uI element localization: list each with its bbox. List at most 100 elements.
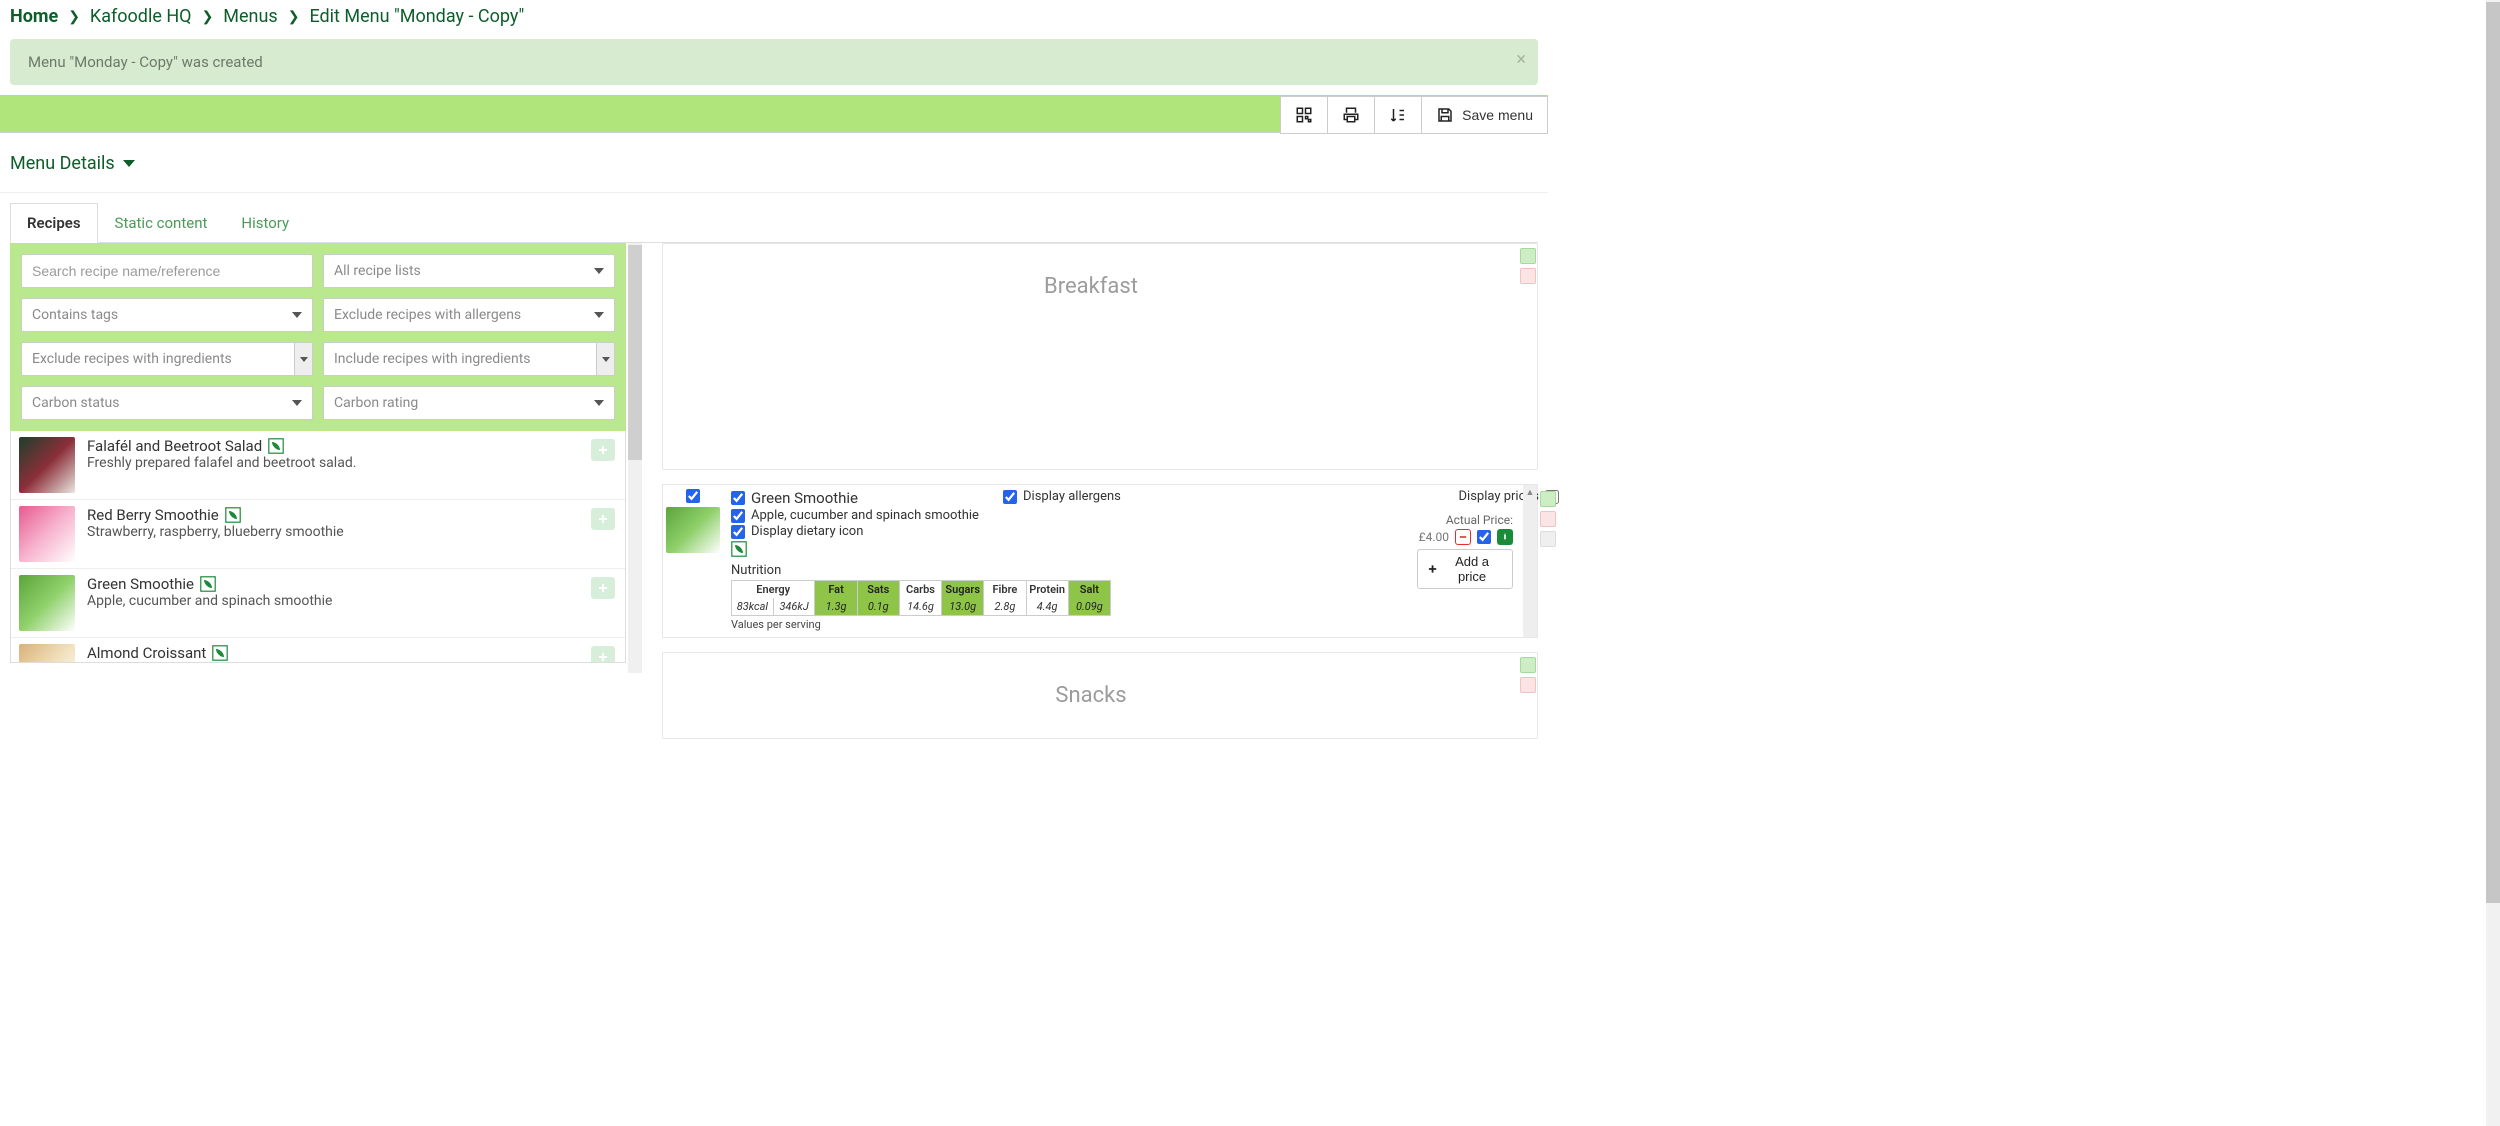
nutrition-sugars-value: 13.0g bbox=[945, 598, 980, 615]
exclude-allergens-label: Exclude recipes with allergens bbox=[334, 307, 521, 323]
recipe-name: Red Berry Smoothie bbox=[87, 506, 617, 524]
carbon-rating-label: Carbon rating bbox=[334, 395, 418, 411]
tab-static-content[interactable]: Static content bbox=[98, 203, 225, 242]
chevron-down-icon bbox=[292, 400, 302, 406]
move-item-icon[interactable] bbox=[1540, 491, 1556, 507]
breadcrumb-menus[interactable]: Menus bbox=[223, 6, 277, 27]
carbon-rating-select[interactable]: Carbon rating bbox=[323, 386, 615, 420]
recipe-lists-select[interactable]: All recipe lists bbox=[323, 254, 615, 288]
exclude-allergens-select[interactable]: Exclude recipes with allergens bbox=[323, 298, 615, 332]
nutrition-label: Nutrition bbox=[731, 563, 1403, 578]
search-field[interactable] bbox=[32, 263, 302, 279]
exclude-ingredients-select[interactable]: Exclude recipes with ingredients bbox=[21, 342, 313, 376]
meal-section-title: Breakfast bbox=[671, 252, 1511, 321]
print-button[interactable] bbox=[1328, 97, 1375, 133]
menu-details-toggle[interactable]: Menu Details bbox=[0, 133, 1548, 193]
include-ingredients-select[interactable]: Include recipes with ingredients bbox=[323, 342, 615, 376]
qr-code-button[interactable] bbox=[1281, 97, 1328, 133]
chevron-down-icon bbox=[292, 312, 302, 318]
nutrition-energy-kcal: 83kcal bbox=[732, 598, 774, 615]
breadcrumb-current: Edit Menu "Monday - Copy" bbox=[309, 6, 524, 27]
add-price-label: Add a price bbox=[1442, 554, 1502, 584]
dropdown-toggle[interactable] bbox=[294, 343, 312, 375]
scrollbar-thumb[interactable] bbox=[2486, 2, 2500, 903]
nutrition-energy-header: Energy bbox=[752, 581, 794, 598]
add-recipe-button[interactable] bbox=[591, 646, 615, 663]
sort-button[interactable] bbox=[1375, 97, 1422, 133]
sort-az-icon bbox=[1389, 106, 1407, 124]
recipe-description: Apple, cucumber and spinach smoothie bbox=[87, 593, 617, 609]
display-allergens-checkbox[interactable] bbox=[1003, 490, 1017, 504]
tabs: Recipes Static content History bbox=[10, 203, 1538, 243]
remove-price-icon[interactable] bbox=[1455, 529, 1471, 545]
item-select-checkbox[interactable] bbox=[686, 489, 700, 503]
menu-item-card: Green Smoothie Display allergens Apple, … bbox=[662, 484, 1538, 638]
dropdown-toggle[interactable] bbox=[596, 343, 614, 375]
recipe-list: Falafél and Beetroot Salad Freshly prepa… bbox=[10, 431, 626, 663]
save-icon bbox=[1436, 106, 1454, 124]
display-allergens-label: Display allergens bbox=[1023, 489, 1121, 504]
include-ingredients-label: Include recipes with ingredients bbox=[334, 351, 531, 367]
add-price-button[interactable]: Add a price bbox=[1417, 549, 1513, 589]
search-input[interactable] bbox=[21, 254, 313, 288]
scroll-up-icon[interactable]: ▲ bbox=[1523, 485, 1537, 499]
page-scrollbar[interactable] bbox=[2486, 0, 2500, 1126]
carbon-status-select[interactable]: Carbon status bbox=[21, 386, 313, 420]
recipe-thumbnail bbox=[19, 575, 75, 631]
nutrition-sats-value: 0.1g bbox=[864, 598, 893, 615]
price-enabled-checkbox[interactable] bbox=[1477, 530, 1491, 544]
scrollbar-thumb[interactable] bbox=[628, 245, 642, 460]
contains-tags-select[interactable]: Contains tags bbox=[21, 298, 313, 332]
nutrition-salt-header: Salt bbox=[1076, 581, 1103, 598]
nutrition-fibre-header: Fibre bbox=[988, 581, 1021, 598]
tab-recipes[interactable]: Recipes bbox=[10, 203, 98, 243]
display-dietary-icon-checkbox[interactable] bbox=[731, 525, 745, 539]
chevron-down-icon bbox=[594, 400, 604, 406]
nutrition-sats-header: Sats bbox=[863, 581, 893, 598]
carbon-status-label: Carbon status bbox=[32, 395, 119, 411]
chevron-down-icon bbox=[594, 268, 604, 274]
price-value: £4.00 bbox=[1419, 530, 1449, 544]
nutrition-fibre-value: 2.8g bbox=[991, 598, 1020, 615]
recipe-list-item[interactable]: Almond Croissant Freshly baked, all butt… bbox=[11, 637, 625, 663]
save-menu-label: Save menu bbox=[1462, 107, 1533, 123]
meal-section-dropzone[interactable] bbox=[671, 321, 1511, 461]
print-icon bbox=[1342, 106, 1360, 124]
triangle-down-icon bbox=[300, 357, 308, 362]
nutrition-energy-kj: 346kJ bbox=[774, 598, 815, 615]
add-recipe-button[interactable] bbox=[591, 508, 615, 530]
recipe-list-item[interactable]: Green Smoothie Apple, cucumber and spina… bbox=[11, 568, 625, 637]
chevron-down-icon bbox=[594, 312, 604, 318]
display-name-checkbox[interactable] bbox=[731, 491, 745, 505]
move-section-icon[interactable] bbox=[1520, 657, 1536, 673]
recipe-list-item[interactable]: Red Berry Smoothie Strawberry, raspberry… bbox=[11, 499, 625, 568]
nutrition-table: Energy 83kcal 346kJ Fat1.3g Sats0.1g Car… bbox=[731, 580, 1111, 616]
recipe-lists-label: All recipe lists bbox=[334, 263, 421, 279]
nutrition-carbs-header: Carbs bbox=[902, 581, 939, 598]
tab-history[interactable]: History bbox=[224, 203, 306, 242]
display-description-checkbox[interactable] bbox=[731, 509, 745, 523]
close-icon[interactable]: × bbox=[1516, 49, 1526, 70]
add-recipe-button[interactable] bbox=[591, 439, 615, 461]
vegan-icon bbox=[200, 576, 216, 592]
scrollbar[interactable] bbox=[628, 243, 642, 673]
price-info-icon[interactable] bbox=[1497, 529, 1513, 545]
item-options-icon[interactable] bbox=[1540, 531, 1556, 547]
meal-section-title: Snacks bbox=[671, 661, 1511, 730]
vegan-icon bbox=[225, 507, 241, 523]
recipe-list-item[interactable]: Falafél and Beetroot Salad Freshly prepa… bbox=[11, 431, 625, 499]
nutrition-sugars-header: Sugars bbox=[941, 581, 984, 598]
breadcrumb-home[interactable]: Home bbox=[10, 6, 58, 27]
nutrition-protein-header: Protein bbox=[1025, 581, 1069, 598]
breadcrumb-org[interactable]: Kafoodle HQ bbox=[90, 6, 192, 27]
delete-section-icon[interactable] bbox=[1520, 268, 1536, 284]
nutrition-note: Values per serving bbox=[731, 618, 1403, 631]
add-recipe-button[interactable] bbox=[591, 577, 615, 599]
delete-item-icon[interactable] bbox=[1540, 511, 1556, 527]
item-scrollbar[interactable]: ▲ bbox=[1523, 485, 1537, 637]
breadcrumb: Home ❯ Kafoodle HQ ❯ Menus ❯ Edit Menu "… bbox=[0, 0, 1548, 35]
save-menu-button[interactable]: Save menu bbox=[1422, 97, 1547, 133]
move-section-icon[interactable] bbox=[1520, 248, 1536, 264]
delete-section-icon[interactable] bbox=[1520, 677, 1536, 693]
meal-section-snacks: Snacks bbox=[662, 652, 1538, 739]
